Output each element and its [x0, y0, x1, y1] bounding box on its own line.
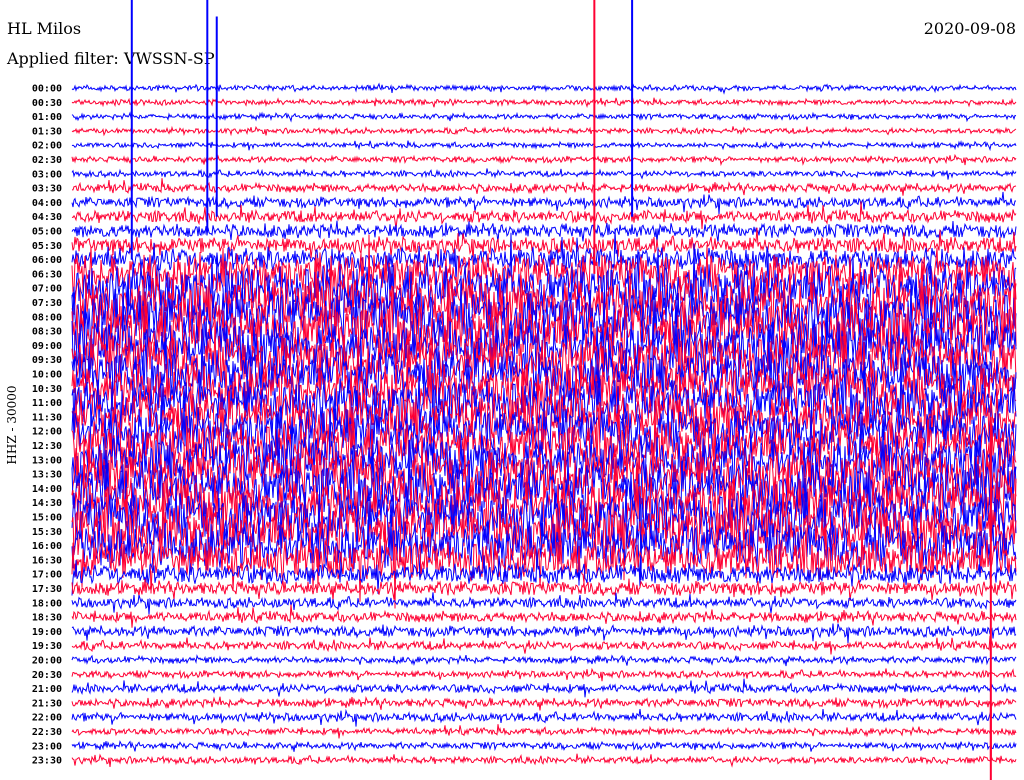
y-tick-label: 22:00: [32, 713, 62, 724]
y-tick-labels: 00:00 00:30 01:00 01:30 02:00 02:30 03:00 03:30…: [32, 84, 62, 767]
y-tick-label: 16:30: [32, 555, 62, 566]
y-tick-label: 18:30: [32, 613, 62, 624]
trace-line-2000: [71, 654, 1017, 667]
y-tick-label: 17:30: [32, 584, 62, 595]
trace-line-0100: [71, 111, 1017, 123]
trace-line-0200: [71, 139, 1017, 152]
trace-line-2100: [71, 678, 1017, 698]
trace-line-1900: [71, 623, 1017, 644]
y-tick-label: 20:30: [32, 670, 62, 681]
trace-line-2130: [71, 696, 1017, 711]
y-tick-label: 07:00: [32, 284, 62, 295]
y-tick-label: 21:00: [32, 684, 62, 695]
trace-line-2200: [71, 708, 1017, 727]
y-tick-label: 08:30: [32, 327, 62, 338]
trace-line-0430: [71, 201, 1017, 230]
trace-line-0130: [71, 125, 1017, 137]
y-tick-label: 11:00: [32, 398, 62, 409]
y-tick-label: 03:00: [32, 169, 62, 180]
y-tick-label: 23:30: [32, 756, 62, 767]
y-tick-label: 12:30: [32, 441, 62, 452]
y-tick-label: 04:30: [32, 212, 62, 223]
y-tick-label: 00:00: [32, 84, 62, 95]
trace-line-2230: [71, 724, 1017, 739]
y-tick-label: 00:30: [32, 98, 62, 109]
y-tick-label: 11:30: [32, 412, 62, 423]
y-tick-label: 21:30: [32, 698, 62, 709]
y-tick-label: 19:00: [32, 627, 62, 638]
trace-line-0400: [71, 191, 1016, 215]
y-tick-label: 19:30: [32, 641, 62, 652]
trace-line-0230: [71, 153, 1017, 167]
y-tick-label: 01:30: [32, 126, 62, 137]
y-tick-label: 03:30: [32, 184, 62, 195]
traces: [71, 82, 1017, 768]
y-tick-label: 04:00: [32, 198, 62, 209]
y-tick-label: 02:30: [32, 155, 62, 166]
trace-line-2030: [71, 667, 1017, 682]
y-tick-label: 15:30: [32, 527, 62, 538]
helicorder-plot: 00:00 00:30 01:00 01:30 02:00 02:30 03:00 03:30…: [32, 0, 1017, 780]
y-tick-label: 09:00: [32, 341, 62, 352]
y-tick-label: 06:00: [32, 255, 62, 266]
y-tick-label: 18:00: [32, 598, 62, 609]
y-tick-label: 13:30: [32, 470, 62, 481]
y-tick-label: 15:00: [32, 513, 62, 524]
y-tick-label: 22:30: [32, 727, 62, 738]
trace-line-0030: [71, 97, 1017, 109]
y-tick-label: 10:30: [32, 384, 62, 395]
y-tick-label: 09:30: [32, 355, 62, 366]
y-tick-label: 17:00: [32, 570, 62, 581]
y-tick-label: 10:00: [32, 370, 62, 381]
y-tick-label: 06:30: [32, 269, 62, 280]
trace-line-1830: [71, 604, 1017, 628]
y-tick-label: 16:00: [32, 541, 62, 552]
y-tick-label: 05:30: [32, 241, 62, 252]
y-tick-label: 05:00: [32, 227, 62, 238]
y-tick-label: 14:00: [32, 484, 62, 495]
trace-line-1930: [71, 635, 1017, 655]
y-tick-label: 08:00: [32, 312, 62, 323]
y-tick-label: 01:00: [32, 112, 62, 123]
trace-line-0000: [71, 82, 1017, 95]
trace-line-1730: [71, 578, 1017, 601]
y-tick-label: 12:00: [32, 427, 62, 438]
y-tick-label: 13:00: [32, 455, 62, 466]
y-tick-label: 07:30: [32, 298, 62, 309]
y-tick-label: 02:00: [32, 141, 62, 152]
y-tick-label: 23:00: [32, 741, 62, 752]
trace-line-1800: [71, 592, 1017, 615]
y-tick-label: 14:30: [32, 498, 62, 509]
trace-line-2330: [71, 753, 1017, 768]
trace-line-2300: [71, 740, 1017, 752]
trace-line-0330: [72, 178, 1017, 196]
trace-line-0300: [71, 168, 1017, 180]
y-tick-label: 20:00: [32, 656, 62, 667]
